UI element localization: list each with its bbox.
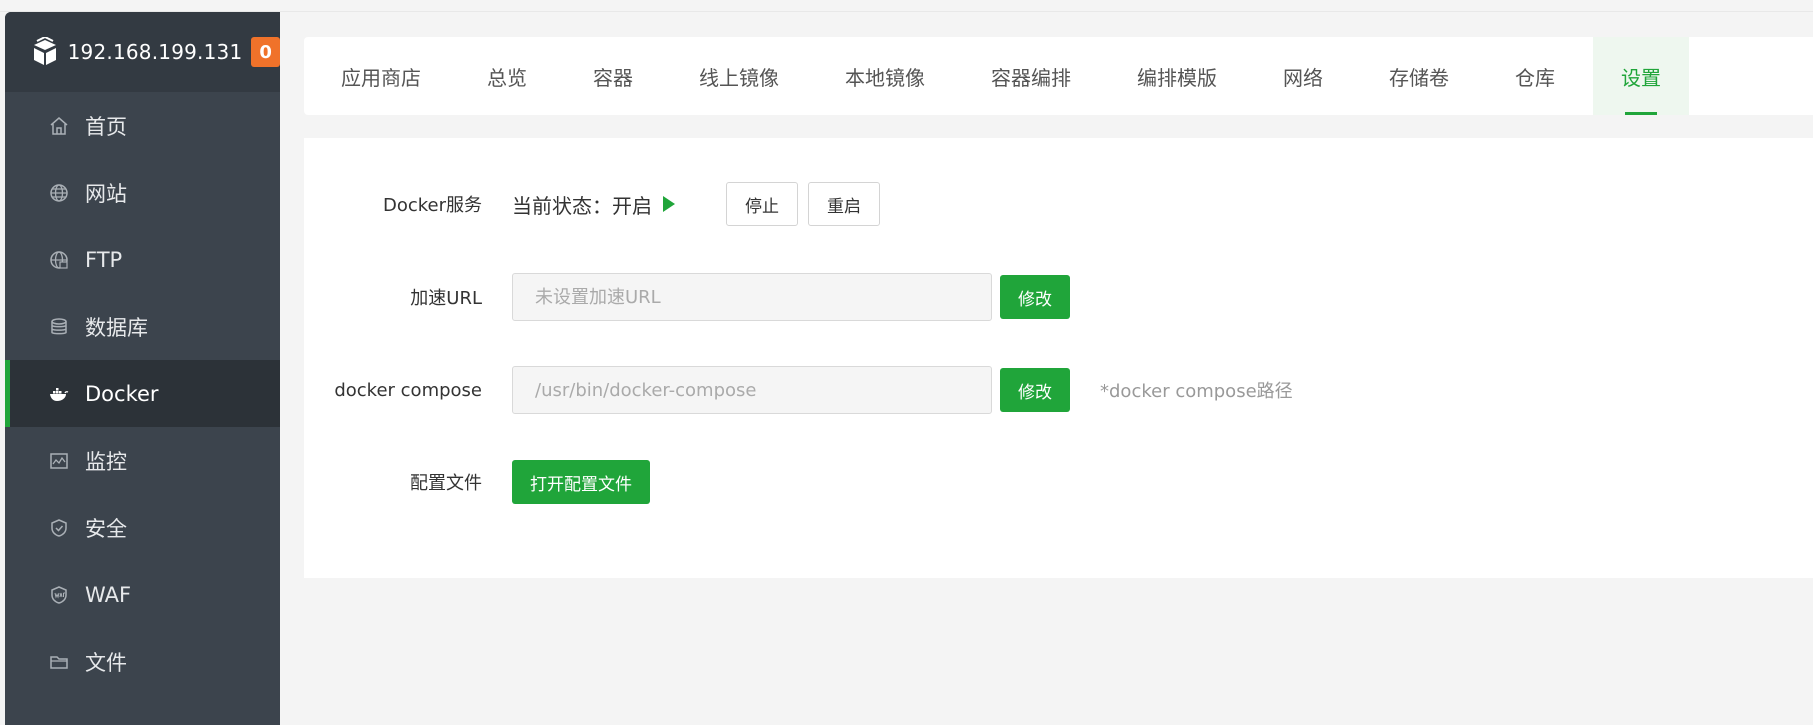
- accel-url-modify-button[interactable]: 修改: [1000, 275, 1070, 319]
- stop-button[interactable]: 停止: [726, 182, 798, 226]
- sidebar-item-label: 网站: [85, 181, 127, 206]
- tab-label: 设置: [1621, 65, 1661, 90]
- notification-badge[interactable]: 0: [251, 37, 280, 67]
- docker-status-text: 当前状态：开启: [512, 193, 652, 218]
- docker-service-label: Docker服务: [382, 195, 482, 216]
- sidebar-item-label: 监控: [85, 449, 127, 474]
- docker-tabs: 应用商店 总览 容器 线上镜像 本地镜像 容器编排 编排模版 网络 存储卷 仓库…: [304, 37, 1813, 115]
- sidebar-item-label: FTP: [85, 247, 123, 272]
- compose-path-hint: *docker compose路径: [1100, 381, 1293, 402]
- compose-modify-button[interactable]: 修改: [1000, 368, 1070, 412]
- folder-icon: [48, 651, 70, 673]
- tab-app-store[interactable]: 应用商店: [313, 37, 449, 115]
- tab-overview[interactable]: 总览: [459, 37, 555, 115]
- tab-label: 总览: [487, 65, 527, 90]
- sidebar-item-ftp[interactable]: FTP: [5, 226, 280, 293]
- sidebar-nav: 首页 网站 FTP 数据库 Docker 监控 安全 WAF 文件: [5, 92, 280, 695]
- tab-label: 容器编排: [991, 65, 1071, 90]
- tab-label: 本地镜像: [845, 65, 925, 90]
- compose-row: docker compose 修改 *docker compose路径: [304, 366, 1293, 414]
- server-ip: 192.168.199.131: [67, 40, 243, 64]
- database-icon: [48, 316, 70, 338]
- ftp-icon: [48, 249, 70, 271]
- shield-icon: [48, 517, 70, 539]
- tab-label: 容器: [593, 65, 633, 90]
- window-top-bar: [0, 0, 1813, 12]
- sidebar-item-files[interactable]: 文件: [5, 628, 280, 695]
- tab-registry[interactable]: 仓库: [1487, 37, 1583, 115]
- sidebar-item-monitor[interactable]: 监控: [5, 427, 280, 494]
- server-logo-icon: [31, 37, 60, 67]
- sidebar: 192.168.199.131 0 首页 网站 FTP 数据库 Docker 监…: [5, 12, 280, 725]
- tab-label: 应用商店: [341, 65, 421, 90]
- restart-button[interactable]: 重启: [808, 182, 880, 226]
- sidebar-item-security[interactable]: 安全: [5, 494, 280, 561]
- sidebar-item-label: 安全: [85, 516, 127, 541]
- tab-compose-templates[interactable]: 编排模版: [1109, 37, 1245, 115]
- sidebar-item-database[interactable]: 数据库: [5, 293, 280, 360]
- tab-network[interactable]: 网络: [1255, 37, 1351, 115]
- docker-icon: [48, 383, 70, 405]
- tab-compose[interactable]: 容器编排: [963, 37, 1099, 115]
- tab-volumes[interactable]: 存储卷: [1361, 37, 1477, 115]
- home-icon: [48, 115, 70, 137]
- docker-service-row: Docker服务 当前状态：开启 停止 重启: [304, 182, 880, 226]
- tab-settings[interactable]: 设置: [1593, 37, 1689, 115]
- accel-url-label: 加速URL: [410, 288, 482, 309]
- monitor-icon: [48, 450, 70, 472]
- accel-url-row: 加速URL 修改: [304, 273, 1070, 321]
- compose-label: docker compose: [334, 379, 482, 401]
- sidebar-item-label: 文件: [85, 650, 127, 675]
- tab-label: 编排模版: [1137, 65, 1217, 90]
- sidebar-item-website[interactable]: 网站: [5, 159, 280, 226]
- sidebar-header: 192.168.199.131 0: [5, 12, 280, 92]
- tab-label: 线上镜像: [699, 65, 779, 90]
- accel-url-input[interactable]: [512, 273, 992, 321]
- tab-label: 仓库: [1515, 65, 1555, 90]
- sidebar-item-label: 首页: [85, 114, 127, 139]
- tab-containers[interactable]: 容器: [565, 37, 661, 115]
- play-icon: [662, 195, 676, 213]
- sidebar-item-label: 数据库: [85, 315, 148, 340]
- settings-panel: Docker服务 当前状态：开启 停止 重启 加速URL 修改 docker c…: [304, 138, 1813, 578]
- waf-icon: [48, 584, 70, 606]
- sidebar-item-label: Docker: [85, 381, 159, 406]
- tab-label: 网络: [1283, 65, 1323, 90]
- sidebar-item-label: WAF: [85, 582, 132, 607]
- tab-online-images[interactable]: 线上镜像: [671, 37, 807, 115]
- config-file-label: 配置文件: [410, 473, 482, 494]
- open-config-file-button[interactable]: 打开配置文件: [512, 460, 650, 504]
- sidebar-item-waf[interactable]: WAF: [5, 561, 280, 628]
- sidebar-item-home[interactable]: 首页: [5, 92, 280, 159]
- config-file-row: 配置文件 打开配置文件: [304, 460, 650, 504]
- tab-local-images[interactable]: 本地镜像: [817, 37, 953, 115]
- sidebar-item-docker[interactable]: Docker: [5, 360, 280, 427]
- tab-label: 存储卷: [1389, 65, 1449, 90]
- compose-path-input[interactable]: [512, 366, 992, 414]
- globe-icon: [48, 182, 70, 204]
